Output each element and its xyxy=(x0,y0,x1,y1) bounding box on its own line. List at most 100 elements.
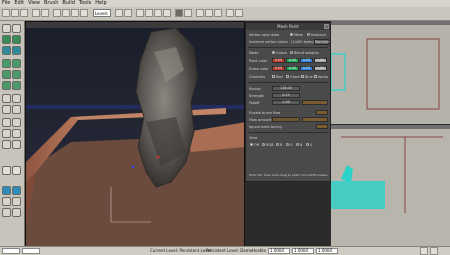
sidebar-tool-g-icon[interactable] xyxy=(2,208,11,217)
cube-brush-icon[interactable] xyxy=(2,59,11,68)
mode-select[interactable]: Levels xyxy=(93,9,111,17)
flow-amount-slider[interactable] xyxy=(302,117,328,122)
status-field-a[interactable] xyxy=(2,248,20,254)
close-icon[interactable]: × xyxy=(324,24,329,29)
top-viewport[interactable] xyxy=(331,21,450,124)
open-icon[interactable] xyxy=(11,9,19,17)
colors-radio[interactable] xyxy=(272,51,275,54)
lighting-icon[interactable] xyxy=(145,9,153,17)
erase-color-r[interactable]: 0.00 xyxy=(272,66,285,71)
sidebar-tool-a-icon[interactable] xyxy=(2,166,11,175)
intersect-brush-icon[interactable] xyxy=(2,105,11,114)
menu-tools[interactable]: Tools xyxy=(77,0,93,7)
build-icon[interactable] xyxy=(136,9,144,17)
falloff-input[interactable]: 1.00 xyxy=(272,100,300,105)
paint-color-b[interactable]: 0.00 xyxy=(300,58,313,63)
view-off-radio[interactable] xyxy=(250,143,253,146)
save-icon[interactable] xyxy=(20,9,28,17)
select-all-icon[interactable] xyxy=(2,140,11,149)
special-brush-icon[interactable] xyxy=(12,118,21,127)
flow-amount-input[interactable] xyxy=(272,117,300,122)
sidebar-tool-c-icon[interactable] xyxy=(2,186,11,195)
cone-brush-icon[interactable] xyxy=(12,59,21,68)
radius-input[interactable]: 128.00 xyxy=(272,86,300,91)
view-g-radio[interactable] xyxy=(286,143,289,146)
matinee-icon[interactable] xyxy=(235,9,243,17)
invert-select-icon[interactable] xyxy=(12,140,21,149)
undo-icon[interactable] xyxy=(32,9,40,17)
kismet-icon[interactable] xyxy=(226,9,234,17)
browser-icon[interactable] xyxy=(124,9,132,17)
rotate-icon[interactable] xyxy=(71,9,79,17)
build-all-icon[interactable] xyxy=(163,9,171,17)
erase-color-a[interactable]: 0.00 xyxy=(314,66,327,71)
terrain-mode-icon[interactable] xyxy=(2,35,11,44)
falloff-slider[interactable] xyxy=(302,100,328,105)
channel-alpha-check[interactable] xyxy=(314,75,317,78)
deintersect-brush-icon[interactable] xyxy=(12,105,21,114)
realtime-icon[interactable] xyxy=(205,9,213,17)
menu-view[interactable]: View xyxy=(26,0,42,7)
menu-brush[interactable]: Brush xyxy=(42,0,60,7)
enable-brush-flow-toggle[interactable] xyxy=(316,110,328,115)
hide-selected-icon[interactable] xyxy=(2,129,11,138)
foliage-mode-icon[interactable] xyxy=(12,35,21,44)
show-all-icon[interactable] xyxy=(12,129,21,138)
erase-color-b[interactable]: 0.00 xyxy=(300,66,313,71)
menu-edit[interactable]: Edit xyxy=(12,0,26,7)
paint-color-r[interactable]: 0.00 xyxy=(272,58,285,63)
scale-icon[interactable] xyxy=(80,9,88,17)
snap-field-b[interactable]: 1.0000 xyxy=(316,248,338,254)
sidebar-tool-e-icon[interactable] xyxy=(2,197,11,206)
remove-button[interactable]: Remove xyxy=(314,39,329,45)
channel-red-check[interactable] xyxy=(272,75,275,78)
view-b-radio[interactable] xyxy=(296,143,299,146)
menu-file[interactable]: File xyxy=(0,0,12,7)
console-icon[interactable] xyxy=(184,9,192,17)
grid-size-field[interactable]: 1.0000 xyxy=(268,248,290,254)
geometry-mode-icon[interactable] xyxy=(12,24,21,33)
search-icon[interactable] xyxy=(115,9,123,17)
channel-green-check[interactable] xyxy=(286,75,289,78)
status-field-b[interactable] xyxy=(22,248,40,254)
camera-mode-icon[interactable] xyxy=(2,24,11,33)
mesh-radio[interactable] xyxy=(290,33,293,36)
paint-color-g[interactable]: 0.00 xyxy=(286,58,299,63)
sphere-brush-icon[interactable] xyxy=(12,81,21,90)
redo-icon[interactable] xyxy=(41,9,49,17)
sidebar-tool-f-icon[interactable] xyxy=(12,197,21,206)
instance-radio[interactable] xyxy=(307,33,310,36)
menu-help[interactable]: Help xyxy=(93,0,108,7)
side-viewport[interactable] xyxy=(331,125,450,246)
new-icon[interactable] xyxy=(2,9,10,17)
subtract-brush-icon[interactable] xyxy=(12,94,21,103)
blend-weights-radio[interactable] xyxy=(290,51,293,54)
cylinder-brush-icon[interactable] xyxy=(2,70,11,79)
select-icon[interactable] xyxy=(53,9,61,17)
channel-blue-check[interactable] xyxy=(301,75,304,78)
sidebar-tool-d-icon[interactable] xyxy=(12,186,21,195)
snap-field-a[interactable]: 1.0000 xyxy=(292,248,314,254)
sidebar-tool-b-icon[interactable] xyxy=(12,166,21,175)
view-r-radio[interactable] xyxy=(276,143,279,146)
volume-icon[interactable] xyxy=(2,118,11,127)
game-view-icon[interactable] xyxy=(214,9,222,17)
strength-input[interactable]: 0.25 xyxy=(272,93,300,98)
stairs-brush-icon[interactable] xyxy=(12,70,21,79)
mesh-paint-icon[interactable] xyxy=(2,46,11,55)
play-icon[interactable] xyxy=(175,9,183,17)
perspective-viewport[interactable] xyxy=(25,21,245,251)
ignore-back-facing-toggle[interactable] xyxy=(316,124,328,129)
view-rgb-radio[interactable] xyxy=(262,143,265,146)
sidebar-tool-h-icon[interactable] xyxy=(12,208,21,217)
view-a-radio[interactable] xyxy=(306,143,309,146)
menu-build[interactable]: Build xyxy=(60,0,77,7)
sheet-brush-icon[interactable] xyxy=(2,81,11,90)
move-icon[interactable] xyxy=(62,9,70,17)
camera-icon[interactable] xyxy=(196,9,204,17)
add-brush-icon[interactable] xyxy=(2,94,11,103)
paths-icon[interactable] xyxy=(154,9,162,17)
texture-align-icon[interactable] xyxy=(12,46,21,55)
erase-color-g[interactable]: 0.00 xyxy=(286,66,299,71)
paint-color-a[interactable]: 0.00 xyxy=(314,58,327,63)
